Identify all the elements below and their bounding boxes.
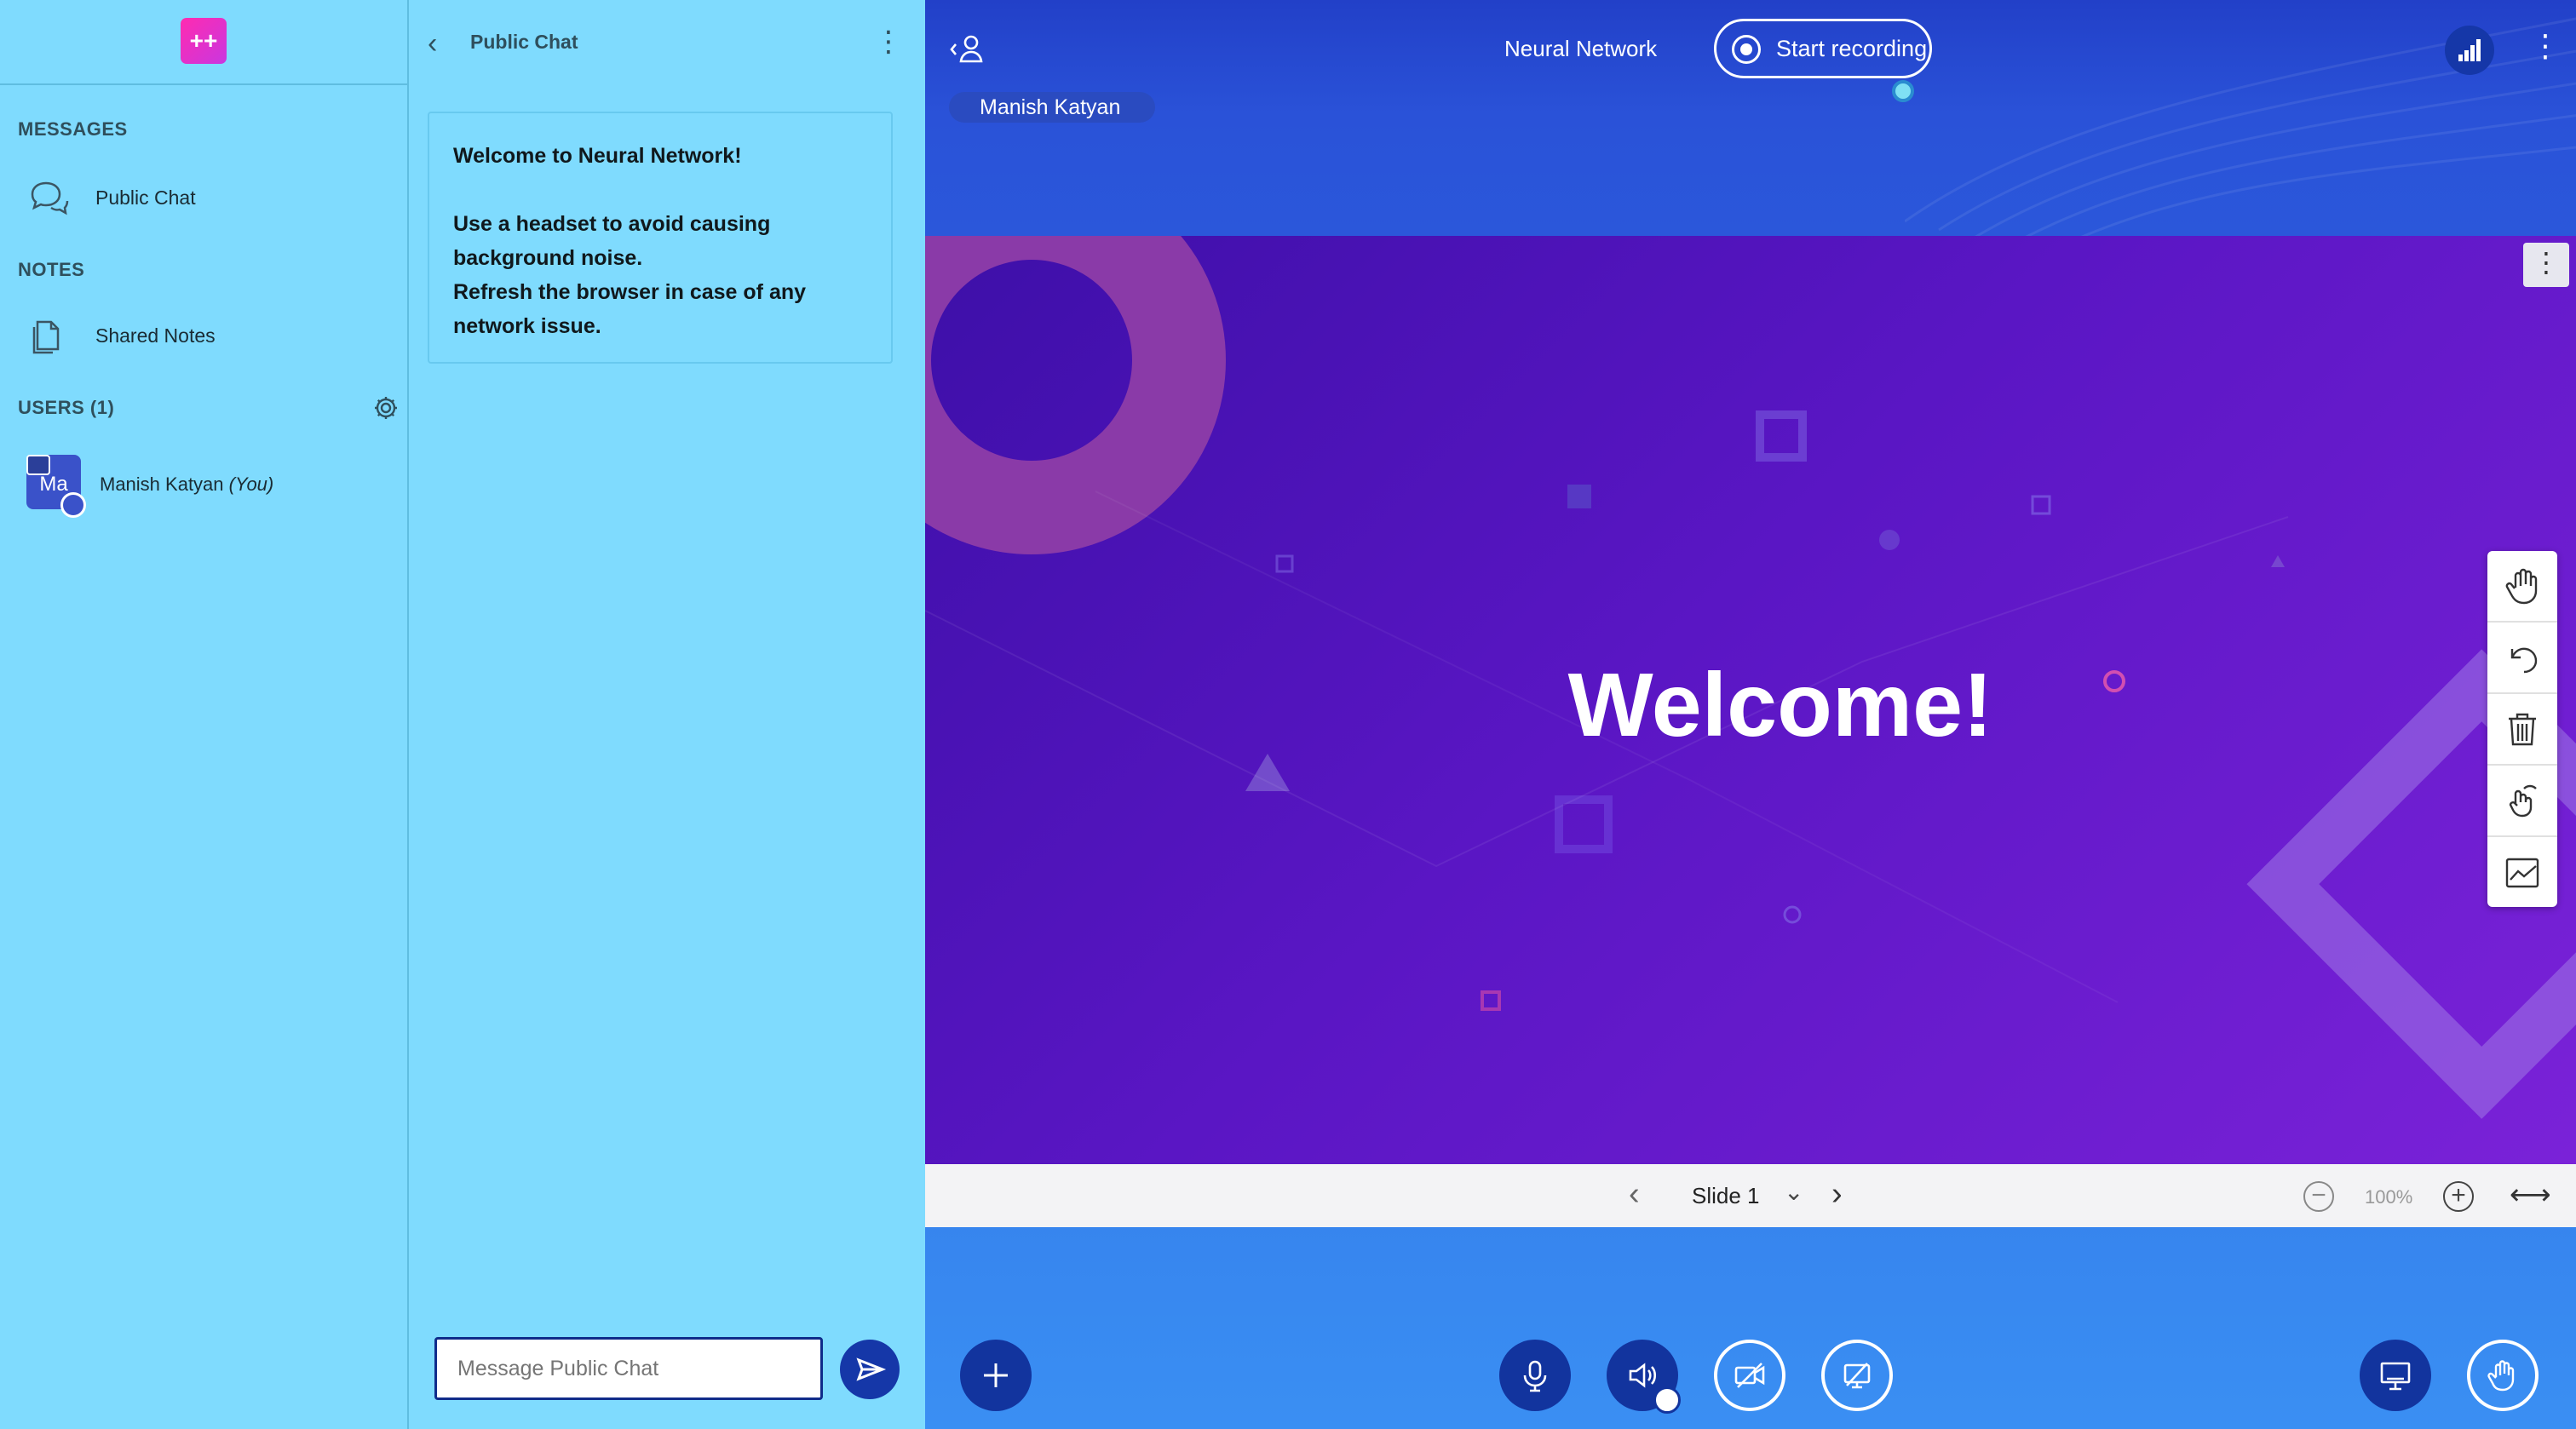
users-section-title: USERS (1) — [18, 397, 115, 418]
screenshare-off-icon — [1843, 1363, 1871, 1389]
presentation-slide[interactable]: Welcome! ⋮ — [925, 236, 2576, 1164]
chat-message-input[interactable] — [434, 1337, 823, 1400]
chevron-down-icon[interactable]: ⌄ — [1784, 1178, 1803, 1206]
raise-hand-icon — [2487, 1360, 2515, 1392]
send-icon — [856, 1357, 887, 1381]
notes-section-title: NOTES — [18, 259, 85, 280]
speaker-icon — [1629, 1363, 1657, 1388]
chat-icon — [31, 181, 69, 215]
zoom-out-button[interactable]: − — [2303, 1181, 2334, 1212]
plus-icon — [984, 1363, 1008, 1387]
zoom-level: 100% — [2365, 1186, 2413, 1208]
clear-annotations-button[interactable] — [2487, 694, 2557, 766]
meeting-title: Neural Network — [1504, 36, 1658, 61]
join-audio-button[interactable] — [1499, 1340, 1571, 1411]
sidebar-item-label: Shared Notes — [95, 324, 216, 347]
avatar-initials: Ma — [39, 473, 68, 496]
slide-options-icon[interactable]: ⋮ — [2523, 243, 2569, 287]
actions-menu-button[interactable] — [960, 1340, 1032, 1411]
user-list-item[interactable]: Manish Katyan (You) — [100, 473, 273, 496]
hand-icon — [2505, 568, 2538, 605]
sidebar-item-label: Public Chat — [95, 186, 196, 209]
audio-options-caret[interactable] — [1653, 1386, 1681, 1414]
record-icon — [1732, 35, 1761, 64]
trash-icon — [2509, 713, 2536, 746]
chat-options-icon[interactable]: ⋮ — [874, 27, 903, 56]
slide-title: Welcome! — [1567, 655, 1993, 755]
chat-title[interactable]: Public Chat — [470, 31, 578, 54]
welcome-message: Welcome to Neural Network! Use a headset… — [428, 112, 893, 364]
messages-section-title: MESSAGES — [18, 118, 128, 140]
record-label: Start recording — [1776, 35, 1928, 61]
sidebar-item-shared-notes[interactable]: Shared Notes — [0, 301, 407, 370]
recording-indicator — [1892, 80, 1914, 102]
chart-icon — [2505, 858, 2539, 888]
welcome-room-name: Neural Network — [578, 144, 735, 168]
welcome-tip-2: Refresh the browser in case of any netwo… — [453, 280, 807, 338]
pan-tool-button[interactable] — [2487, 551, 2557, 623]
slide-selector[interactable]: Slide 1 — [1692, 1183, 1760, 1209]
microphone-icon — [60, 492, 86, 518]
toggle-user-list-icon[interactable] — [947, 32, 988, 66]
user-name: Manish Katyan — [100, 473, 224, 495]
zoom-in-button[interactable]: + — [2443, 1181, 2474, 1212]
presentation-controls: ‹ Slide 1 ⌄ › − 100% + ⟷ — [925, 1164, 2576, 1227]
fit-to-width-button[interactable]: ⟷ — [2510, 1178, 2551, 1212]
undo-icon — [2510, 647, 2538, 674]
presentation-icon — [2380, 1362, 2411, 1391]
welcome-suffix: ! — [734, 144, 742, 168]
connection-status-button[interactable] — [2445, 26, 2494, 75]
share-screen-button[interactable] — [1821, 1340, 1893, 1411]
multi-user-pen-icon — [2509, 784, 2537, 818]
share-webcam-button[interactable] — [1714, 1340, 1785, 1411]
options-menu-icon[interactable]: ⋮ — [2530, 31, 2561, 61]
avatar[interactable]: Ma — [26, 455, 86, 518]
toggle-presentation-button[interactable] — [2360, 1340, 2431, 1411]
welcome-prefix: Welcome to — [453, 144, 578, 168]
send-message-button[interactable] — [840, 1340, 900, 1399]
multi-user-whiteboard-button[interactable] — [2487, 766, 2557, 837]
signal-icon — [2458, 39, 2481, 61]
raise-hand-button[interactable] — [2467, 1340, 2539, 1411]
user-self-label: (You) — [228, 473, 274, 495]
public-chat-panel: ‹ Public Chat ⋮ Welcome to Neural Networ… — [411, 0, 925, 1429]
user-list-sidebar: ++ MESSAGES Public Chat NOTES Shared Not… — [0, 0, 409, 1429]
next-slide-button[interactable]: › — [1831, 1178, 1843, 1210]
notes-icon — [32, 320, 60, 354]
chevron-left-icon[interactable]: ‹ — [428, 27, 437, 60]
sidebar-item-public-chat[interactable]: Public Chat — [0, 164, 407, 232]
app-logo[interactable]: ++ — [181, 18, 227, 64]
annotations-chart-button[interactable] — [2487, 837, 2557, 909]
welcome-tip-1: Use a headset to avoid causing backgroun… — [453, 212, 771, 270]
whiteboard-toolbar — [2487, 551, 2557, 907]
start-recording-button[interactable]: Start recording — [1714, 19, 1932, 78]
microphone-icon — [1523, 1360, 1547, 1392]
divider — [0, 83, 409, 85]
welcome-line: Welcome to Neural Network! — [453, 139, 867, 173]
main-area: Neural Network Start recording ⋮ Manish … — [925, 0, 2576, 1429]
presenter-icon — [26, 455, 50, 475]
camera-off-icon — [1734, 1363, 1765, 1388]
talking-indicator: Manish Katyan — [949, 92, 1155, 123]
gear-icon[interactable] — [372, 394, 400, 422]
previous-slide-button[interactable]: ‹ — [1629, 1178, 1640, 1210]
undo-button[interactable] — [2487, 623, 2557, 694]
